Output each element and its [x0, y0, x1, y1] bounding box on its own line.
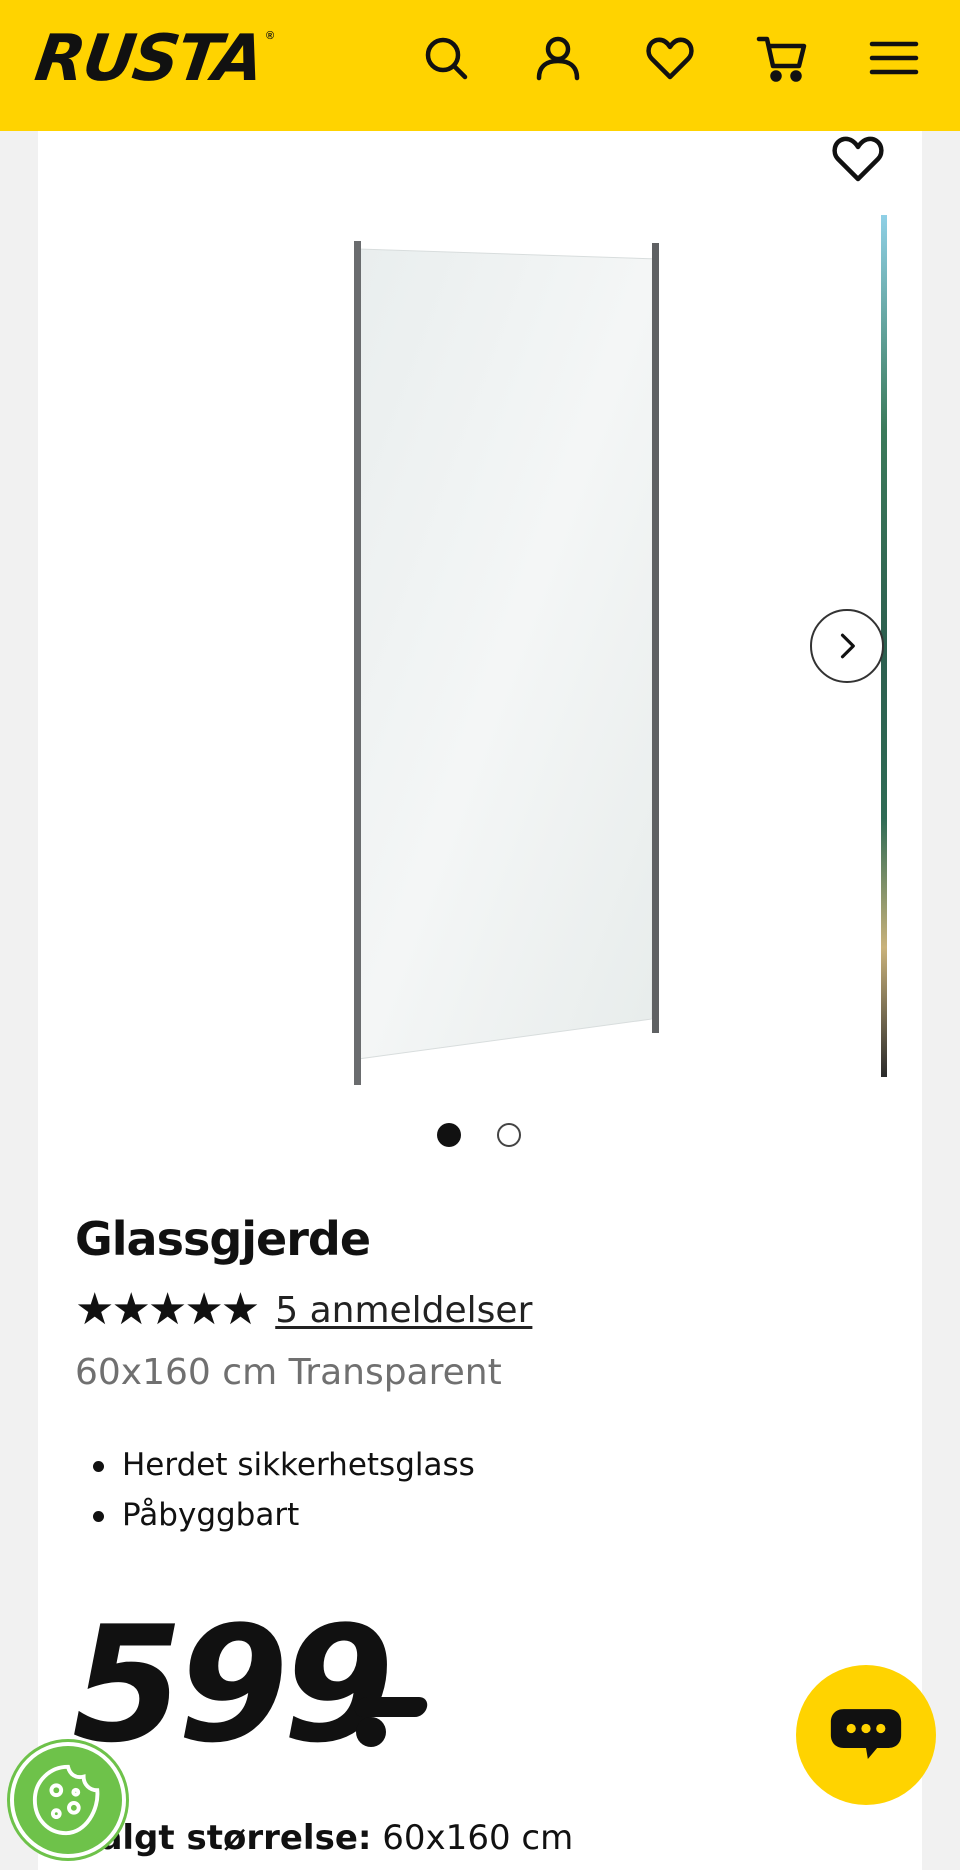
feature-item: Herdet sikkerhetsglass: [90, 1440, 475, 1490]
cookie-icon: [32, 1764, 100, 1836]
selected-size-value: 60x160 cm: [382, 1818, 574, 1858]
cookie-settings-button[interactable]: [10, 1742, 126, 1858]
chat-button[interactable]: [796, 1665, 936, 1805]
rusta-logo[interactable]: RUSTA: [31, 22, 267, 96]
feature-list: Herdet sikkerhetsglass Påbyggbart: [90, 1440, 475, 1540]
price-dash: [352, 1697, 430, 1717]
selected-size: Valgt størrelse: 60x160 cm: [75, 1818, 573, 1858]
rating-stars-icon: ★★★★★: [75, 1285, 260, 1334]
product-rating: ★★★★★ 5 anmeldelser: [75, 1285, 532, 1335]
price-dot: [356, 1717, 386, 1747]
carousel-dot-2[interactable]: [497, 1123, 521, 1147]
image-carousel[interactable]: [38, 131, 922, 1091]
chat-bubble-icon: [830, 1709, 902, 1760]
next-image-button[interactable]: [810, 609, 884, 683]
registered-mark: ®: [266, 30, 275, 42]
add-to-wishlist-heart-icon[interactable]: [828, 131, 888, 187]
carousel-dot-1[interactable]: [437, 1123, 461, 1147]
wishlist-icon[interactable]: [642, 30, 698, 86]
feature-item: Påbyggbart: [90, 1490, 475, 1540]
reviews-link[interactable]: 5 anmeldelser: [275, 1290, 532, 1331]
menu-icon[interactable]: [866, 30, 922, 86]
account-icon[interactable]: [530, 30, 586, 86]
product-price: 599: [72, 1591, 394, 1778]
product-title: Glassgjerde: [75, 1212, 371, 1266]
product-variant-subtitle: 60x160 cm Transparent: [75, 1352, 502, 1393]
site-header: RUSTA ®: [0, 0, 960, 131]
chevron-right-icon: [840, 633, 855, 659]
search-icon[interactable]: [418, 30, 474, 86]
cart-icon[interactable]: [754, 30, 810, 86]
product-image-glass-panel: [354, 241, 659, 1085]
